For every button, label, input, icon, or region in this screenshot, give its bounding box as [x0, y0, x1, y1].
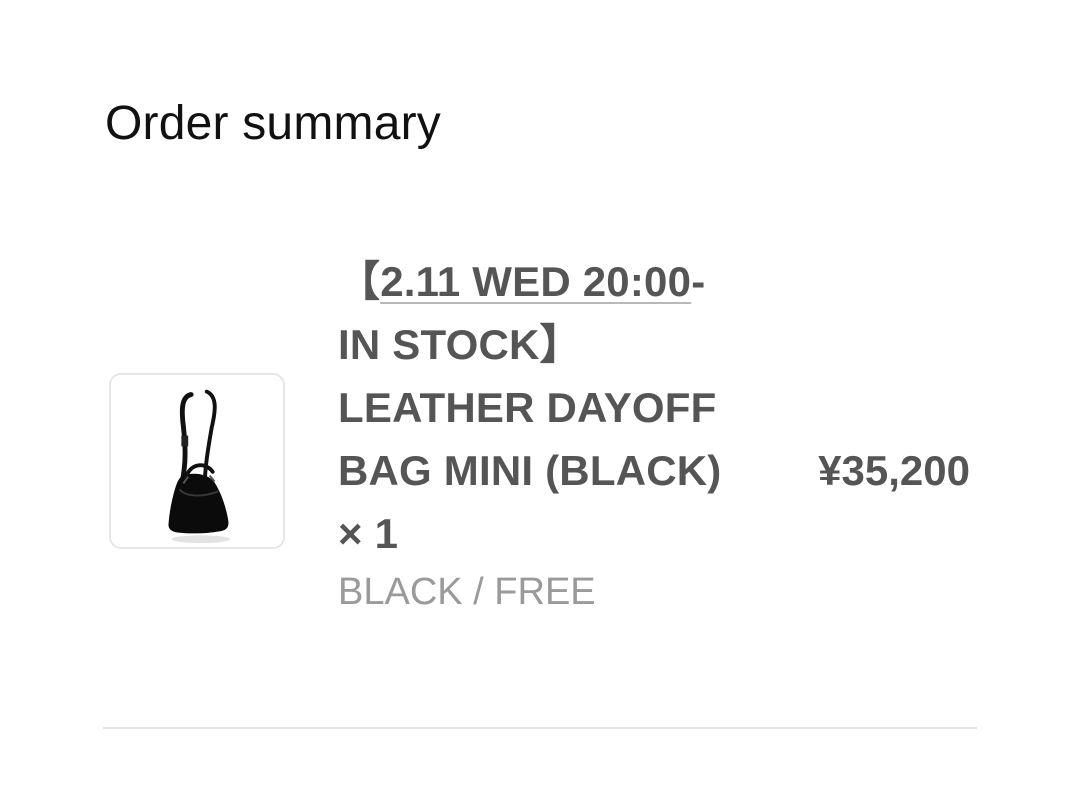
order-summary-page: Order summary 【2.11 WED 20:00- IN STOCK】… [0, 0, 1080, 795]
product-details: 【2.11 WED 20:00- IN STOCK】 LEATHER DAYOF… [338, 250, 758, 619]
order-summary-title: Order summary [105, 97, 441, 150]
product-variant: BLACK / FREE [338, 571, 596, 613]
bag-image-icon [111, 375, 283, 547]
product-price: ¥35,200 [818, 447, 970, 494]
product-name[interactable]: 【2.11 WED 20:00- IN STOCK】 LEATHER DAYOF… [338, 250, 758, 565]
product-name-prefix: 【 [338, 258, 381, 305]
product-name-date-link[interactable]: 2.11 WED 20:00 [380, 258, 691, 305]
product-thumbnail[interactable] [109, 373, 285, 549]
order-line-item: 【2.11 WED 20:00- IN STOCK】 LEATHER DAYOF… [105, 250, 975, 680]
summary-divider [103, 727, 977, 729]
